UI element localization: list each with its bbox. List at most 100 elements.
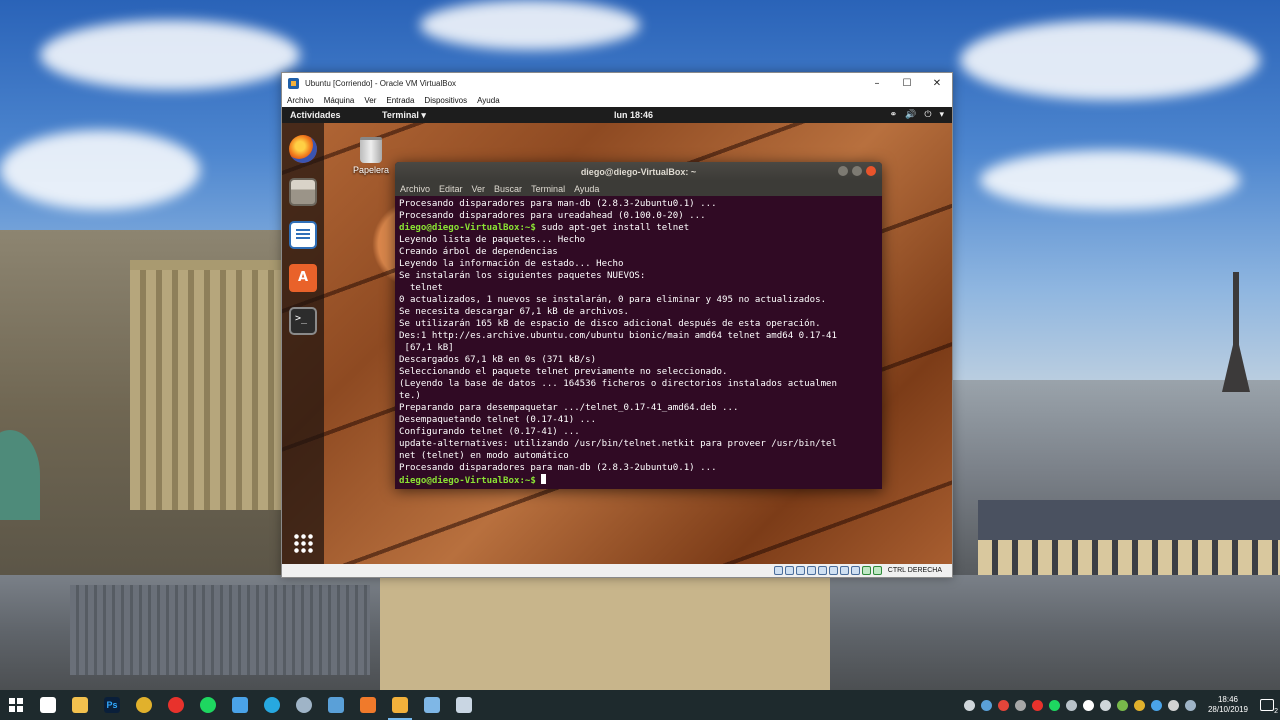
maximize-button[interactable]: ☐ xyxy=(892,73,922,93)
virtualbox-window[interactable]: Ubuntu [Corriendo] - Oracle VM VirtualBo… xyxy=(281,72,953,578)
system-tray[interactable]: ⚭ 🔊 ⏻ ▾ xyxy=(890,110,944,120)
rooftop xyxy=(70,585,370,675)
mouse-integration-icon[interactable] xyxy=(872,566,882,575)
bluetooth-icon[interactable] xyxy=(980,699,992,711)
firefox-icon[interactable] xyxy=(289,135,317,163)
cpu-activity-icon[interactable] xyxy=(861,566,871,575)
taskbar-app-button[interactable] xyxy=(160,690,192,720)
cloud xyxy=(980,150,1240,210)
terminal-line: Procesando disparadores para man-db (2.8… xyxy=(399,198,882,210)
terminal-menu-ver[interactable]: Ver xyxy=(472,184,486,194)
nvidia-icon[interactable] xyxy=(1116,699,1128,711)
video-capture-icon[interactable] xyxy=(850,566,860,575)
minimize-button[interactable]: – xyxy=(862,73,892,93)
ubuntu-clock[interactable]: lun 18:46 xyxy=(532,110,890,120)
text-cursor xyxy=(541,474,547,484)
terminal-output[interactable]: Procesando disparadores para man-db (2.8… xyxy=(395,196,882,487)
optical-drive-icon[interactable] xyxy=(784,566,794,575)
power-icon[interactable]: ⏻ xyxy=(924,110,931,120)
activities-button[interactable]: Actividades xyxy=(290,110,382,120)
terminal-line: Descargados 67,1 kB en 0s (371 kB/s) xyxy=(399,354,882,366)
skype-icon xyxy=(264,697,280,713)
audio-icon[interactable] xyxy=(795,566,805,575)
terminal-line: Desempaquetando telnet (0.17-41) ... xyxy=(399,414,882,426)
tray-app-icon[interactable] xyxy=(1014,699,1026,711)
libreoffice-writer-icon[interactable] xyxy=(289,221,317,249)
terminal-menu-archivo[interactable]: Archivo xyxy=(400,184,430,194)
terminal-line: Configurando telnet (0.17-41) ... xyxy=(399,426,882,438)
files-icon[interactable] xyxy=(289,178,317,206)
terminal-menu-editar[interactable]: Editar xyxy=(439,184,463,194)
terminal-minimize-button[interactable] xyxy=(838,166,848,176)
terminal-close-button[interactable] xyxy=(866,166,876,176)
taskbar-app-button[interactable] xyxy=(288,690,320,720)
show-applications-icon[interactable] xyxy=(293,533,315,555)
terminal-line-text: Desempaquetando telnet (0.17-41) ... xyxy=(399,415,597,425)
taskbar-app-button[interactable] xyxy=(448,690,480,720)
hard-disk-icon[interactable] xyxy=(773,566,783,575)
menu-entrada[interactable]: Entrada xyxy=(386,96,414,105)
vbox-title: Ubuntu [Corriendo] - Oracle VM VirtualBo… xyxy=(305,78,457,88)
spotify-tray-icon[interactable] xyxy=(1048,699,1060,711)
network-icon[interactable]: ⚭ xyxy=(890,110,898,120)
usb-icon[interactable] xyxy=(817,566,827,575)
terminal-menu-terminal[interactable]: Terminal xyxy=(531,184,565,194)
shared-folders-icon[interactable] xyxy=(828,566,838,575)
vbox-menubar: Archivo Máquina Ver Entrada Dispositivos… xyxy=(282,93,952,107)
vbox-titlebar[interactable]: Ubuntu [Corriendo] - Oracle VM VirtualBo… xyxy=(282,73,952,93)
tray-battery-icon[interactable] xyxy=(1184,699,1196,711)
wifi-icon[interactable] xyxy=(1082,699,1094,711)
taskbar-app-button[interactable] xyxy=(320,690,352,720)
menu-maquina[interactable]: Máquina xyxy=(324,96,355,105)
notification-center-icon[interactable]: 2 xyxy=(1260,699,1278,715)
taskbar-clock[interactable]: 18:46 28/10/2019 xyxy=(1208,695,1248,715)
terminal-line: 0 actualizados, 1 nuevos se instalarán, … xyxy=(399,294,882,306)
antivirus-icon[interactable] xyxy=(1031,699,1043,711)
terminal-maximize-button[interactable] xyxy=(852,166,862,176)
taskbar-app-button[interactable] xyxy=(192,690,224,720)
menu-dispositivos[interactable]: Dispositivos xyxy=(424,96,467,105)
vm-screen[interactable]: Actividades Terminal ▾ lun 18:46 ⚭ 🔊 ⏻ ▾… xyxy=(282,107,952,564)
volume-icon[interactable]: 🔊 xyxy=(905,110,916,120)
terminal-icon[interactable] xyxy=(289,307,317,335)
close-button[interactable]: ✕ xyxy=(922,73,952,93)
photoshop-icon: Ps xyxy=(104,697,120,713)
tray-chrome-icon[interactable] xyxy=(1133,699,1145,711)
taskbar-app-button[interactable] xyxy=(128,690,160,720)
terminal-line-text: net (telnet) en modo automático xyxy=(399,451,569,461)
app-menu[interactable]: Terminal ▾ xyxy=(382,110,532,121)
ubuntu-top-bar: Actividades Terminal ▾ lun 18:46 ⚭ 🔊 ⏻ ▾ xyxy=(282,107,952,123)
taskbar-app-button[interactable] xyxy=(224,690,256,720)
taskbar-app-button[interactable] xyxy=(256,690,288,720)
terminal-menu-buscar[interactable]: Buscar xyxy=(494,184,522,194)
tray-gray-icon[interactable] xyxy=(1167,699,1179,711)
terminal-menu-ayuda[interactable]: Ayuda xyxy=(574,184,599,194)
start-button[interactable] xyxy=(0,690,32,720)
tray-blue-icon[interactable] xyxy=(1150,699,1162,711)
display-icon[interactable] xyxy=(839,566,849,575)
taskbar-app-button[interactable]: Ps xyxy=(96,690,128,720)
microphone-icon[interactable] xyxy=(963,699,975,711)
terminal-window[interactable]: diego@diego-VirtualBox: ~ Archivo Editar… xyxy=(395,162,882,489)
file-explorer-icon xyxy=(72,697,88,713)
taskbar-app-button[interactable] xyxy=(352,690,384,720)
opera-tray-icon[interactable] xyxy=(997,699,1009,711)
terminal-line: Des:1 http://es.archive.ubuntu.com/ubunt… xyxy=(399,330,882,342)
ubuntu-software-icon[interactable] xyxy=(289,264,317,292)
menu-ver[interactable]: Ver xyxy=(364,96,376,105)
terminal-titlebar[interactable]: diego@diego-VirtualBox: ~ xyxy=(395,162,882,181)
chevron-down-icon[interactable]: ▾ xyxy=(939,110,944,120)
trash-desktop-icon[interactable]: Papelera xyxy=(346,137,396,175)
menu-ayuda[interactable]: Ayuda xyxy=(477,96,500,105)
network-adapter-icon[interactable] xyxy=(806,566,816,575)
terminal-line: Se utilizarán 165 kB de espacio de disco… xyxy=(399,318,882,330)
steam-tray-icon[interactable] xyxy=(1065,699,1077,711)
taskbar-app-button[interactable] xyxy=(64,690,96,720)
taskbar-app-button[interactable] xyxy=(416,690,448,720)
terminal-menubar: Archivo Editar Ver Buscar Terminal Ayuda xyxy=(395,181,882,196)
taskbar-app-button[interactable] xyxy=(32,690,64,720)
speaker-icon[interactable] xyxy=(1099,699,1111,711)
menu-archivo[interactable]: Archivo xyxy=(287,96,314,105)
terminal-line: diego@diego-VirtualBox:~$ xyxy=(399,474,882,487)
taskbar-app-button[interactable] xyxy=(384,690,416,720)
